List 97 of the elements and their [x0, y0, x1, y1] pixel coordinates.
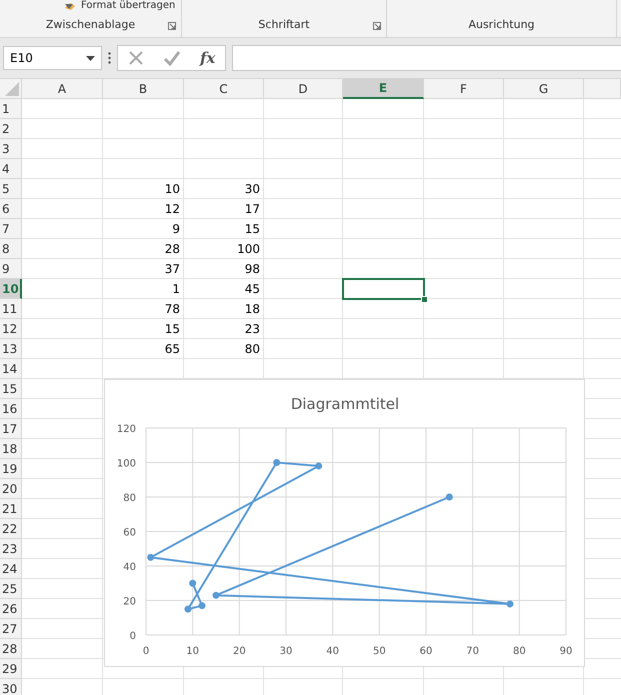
y-tick-label: 40 [123, 562, 136, 573]
x-tick-label: 60 [420, 646, 432, 657]
row-header[interactable]: 21 [0, 499, 22, 519]
table-cell[interactable]: 37 [103, 259, 184, 279]
row-header[interactable]: 13 [0, 339, 22, 359]
row-header[interactable]: 28 [0, 639, 22, 659]
data-point [446, 494, 453, 500]
table-cell[interactable]: 98 [184, 259, 264, 279]
row-header[interactable]: 12 [0, 319, 22, 339]
y-tick-label: 120 [116, 424, 136, 435]
group-label: Schriftart [258, 18, 310, 31]
y-tick-label: 80 [123, 493, 136, 504]
caret-icon [86, 56, 95, 60]
data-point [506, 600, 514, 608]
x-tick-label: 0 [142, 646, 150, 657]
row-header[interactable]: 18 [0, 439, 22, 459]
column-header[interactable]: A [22, 79, 103, 99]
more-icon [108, 52, 111, 64]
row-header[interactable]: 16 [0, 399, 22, 419]
row-header[interactable]: 10 [0, 279, 22, 299]
row-header[interactable]: 19 [0, 459, 22, 479]
data-point [315, 462, 322, 470]
x-tick-label: 80 [512, 646, 526, 657]
chart-title: Diagrammtitel [290, 395, 400, 413]
x-tick-label: 90 [560, 646, 572, 657]
row-header[interactable]: 4 [0, 159, 22, 179]
group-label: Zwischenablage [46, 18, 136, 31]
row-header[interactable]: 14 [0, 359, 22, 379]
row-header[interactable]: 20 [0, 479, 22, 499]
group-label: Ausrichtung [468, 18, 535, 31]
table-cell[interactable]: 78 [103, 299, 184, 319]
row-header[interactable]: 23 [0, 539, 22, 559]
row-header[interactable]: 11 [0, 299, 22, 319]
data-point [198, 602, 206, 610]
name-box[interactable]: E10 [3, 46, 102, 70]
y-tick-label: 60 [123, 528, 136, 538]
x-tick-label: 70 [466, 646, 480, 657]
table-cell[interactable]: 18 [184, 299, 264, 319]
row-header[interactable]: 15 [0, 379, 22, 399]
data-point [273, 459, 280, 466]
row-header[interactable]: 7 [0, 219, 22, 239]
row-header[interactable]: 30 [0, 679, 22, 695]
y-tick-label: 20 [123, 596, 136, 608]
table-cell[interactable]: 23 [184, 319, 264, 339]
table-cell[interactable]: 12 [103, 199, 184, 219]
x-tick-label: 30 [280, 646, 292, 657]
row-header[interactable]: 26 [0, 599, 22, 619]
table-cell[interactable]: 17 [184, 199, 264, 219]
table-cell[interactable]: 1 [103, 279, 184, 299]
column-header[interactable]: F [424, 79, 504, 99]
column-header[interactable]: G [504, 79, 584, 99]
row-header[interactable]: 6 [0, 199, 22, 219]
column-header[interactable] [584, 79, 621, 99]
x-tick-label: 40 [326, 646, 340, 657]
row-header[interactable]: 27 [0, 619, 22, 639]
column-header[interactable]: B [103, 79, 184, 99]
table-cell[interactable]: 9 [103, 219, 184, 239]
table-cell[interactable]: 45 [184, 279, 264, 299]
row-header[interactable]: 25 [0, 579, 22, 599]
check-icon[interactable] [162, 50, 181, 66]
data-point [212, 592, 220, 599]
table-cell[interactable]: 100 [184, 239, 264, 259]
formula-input[interactable] [232, 45, 621, 71]
row-header[interactable]: 17 [0, 419, 22, 439]
row-header[interactable]: 29 [0, 659, 22, 679]
x-tick-label: 10 [186, 646, 200, 657]
row-header[interactable]: 9 [0, 259, 22, 279]
column-header[interactable]: C [184, 79, 264, 99]
row-header[interactable]: 24 [0, 559, 22, 579]
table-cell[interactable]: 15 [184, 219, 264, 239]
table-cell[interactable]: 65 [103, 339, 184, 359]
table-cell[interactable]: 28 [103, 239, 184, 259]
row-header[interactable]: 1 [0, 99, 22, 119]
table-cell[interactable]: 80 [184, 339, 264, 359]
x-tick-label: 50 [372, 646, 386, 657]
data-point [147, 554, 154, 561]
table-cell[interactable]: 30 [184, 179, 264, 199]
table-cell[interactable]: 10 [103, 179, 184, 199]
column-header[interactable]: D [264, 79, 343, 99]
data-point [189, 580, 196, 587]
caret-icon [65, 4, 73, 9]
y-tick-label: 100 [116, 458, 136, 470]
dialog-launcher-icon[interactable] [373, 22, 381, 30]
row-header[interactable]: 22 [0, 519, 22, 539]
dialog-launcher-icon[interactable] [168, 22, 176, 30]
close-icon[interactable] [128, 50, 144, 66]
row-header[interactable]: 8 [0, 239, 22, 259]
row-header[interactable]: 5 [0, 179, 22, 199]
column-header[interactable]: E [343, 79, 424, 99]
row-header[interactable]: 2 [0, 119, 22, 139]
y-tick-label: 0 [130, 631, 136, 642]
row-header[interactable]: 3 [0, 139, 22, 159]
x-tick-label: 20 [232, 646, 246, 657]
select-all-icon[interactable] [5, 82, 19, 96]
data-point [184, 606, 192, 613]
insert-function-button[interactable]: fx [200, 49, 216, 67]
table-cell[interactable]: 15 [103, 319, 184, 339]
